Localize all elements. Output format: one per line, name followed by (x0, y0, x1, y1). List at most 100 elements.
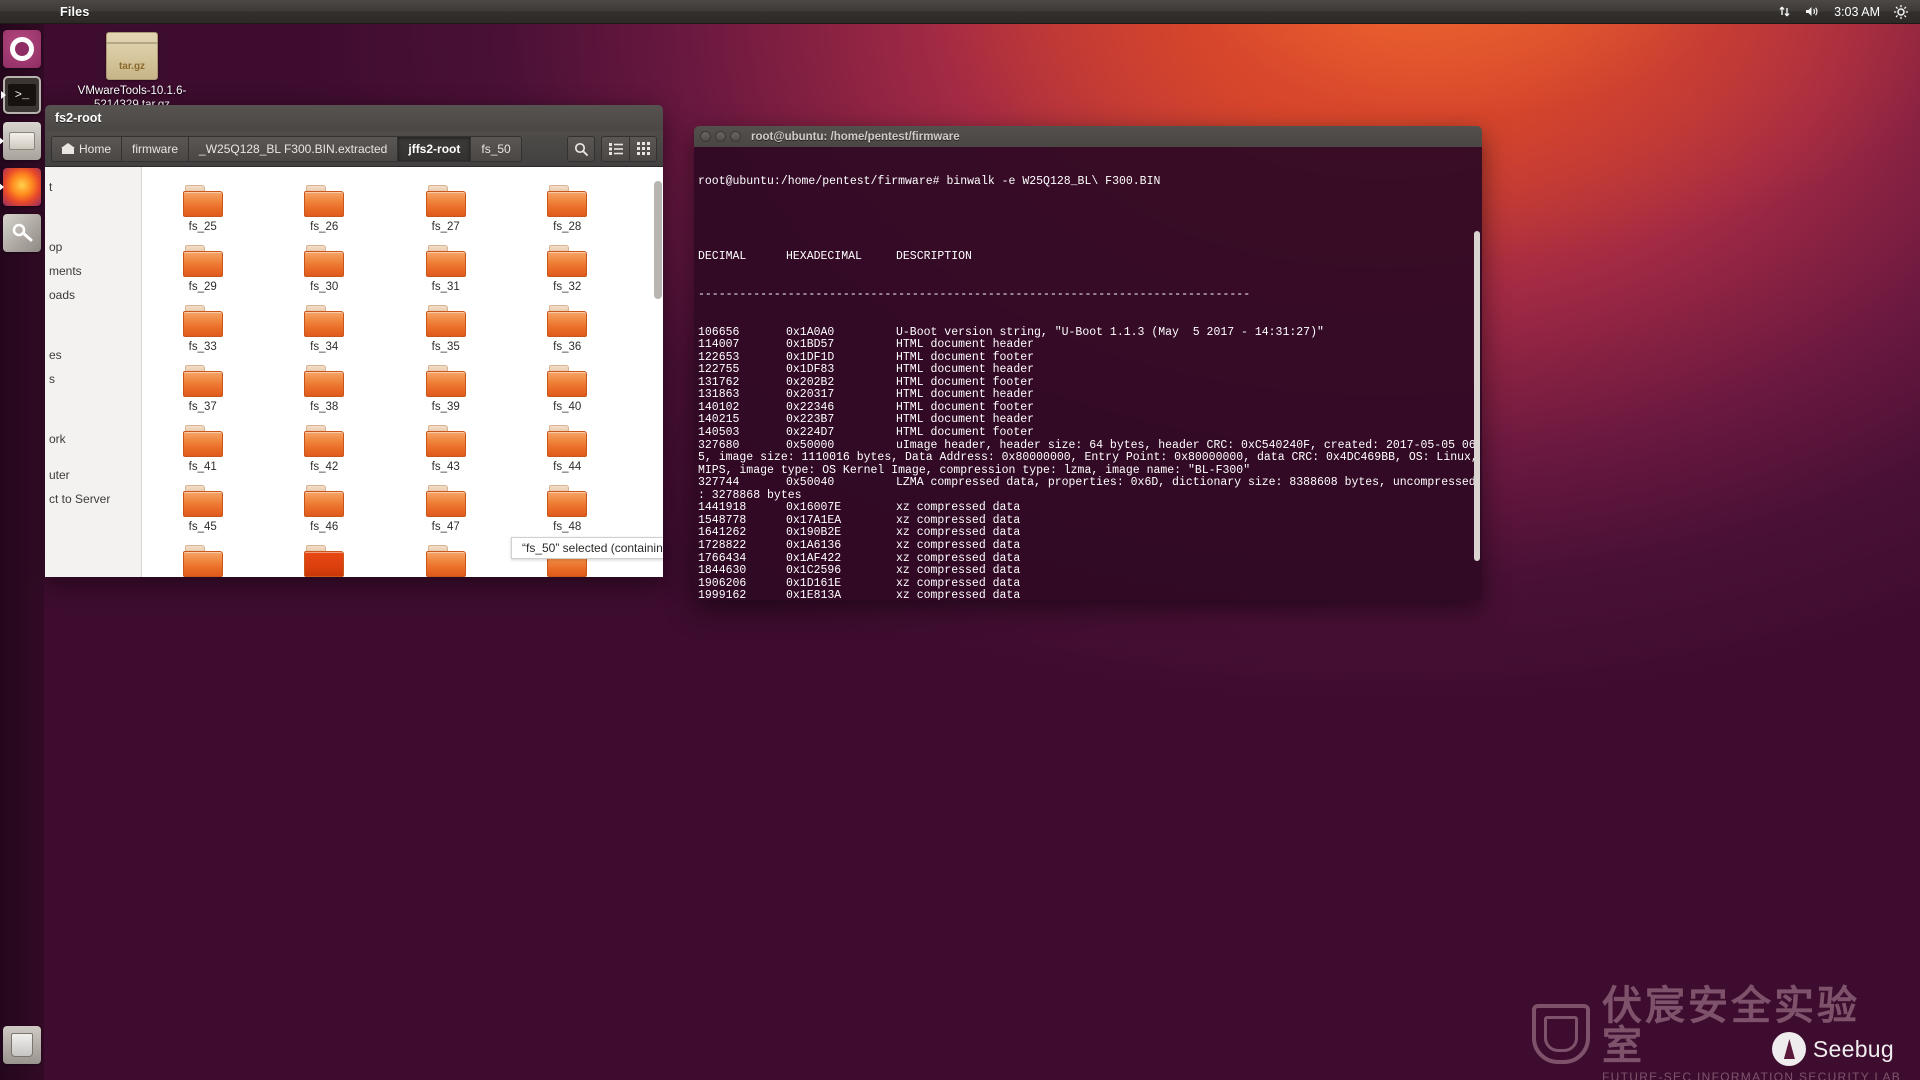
scrollbar-thumb[interactable] (654, 181, 662, 299)
terminal-row-description: xz compressed data (896, 551, 1021, 565)
file-item-fs_51[interactable]: fs_51 (385, 541, 507, 577)
file-item-fs_34[interactable]: fs_34 (264, 301, 386, 361)
terminal-row-description: xz compressed data (896, 513, 1021, 527)
sidebar-item-pictures[interactable]: es (45, 343, 141, 367)
folder-icon (304, 305, 345, 337)
terminal-scrollbar[interactable] (1474, 231, 1480, 561)
sidebar-divider (45, 199, 141, 211)
folder-icon (547, 305, 588, 337)
launcher-item-files[interactable] (3, 122, 41, 160)
file-item-fs_28[interactable]: fs_28 (507, 181, 629, 241)
sidebar-item-home[interactable] (45, 211, 141, 235)
launcher-item-trash[interactable] (3, 1026, 41, 1064)
terminal-row-description: xz compressed data (896, 589, 1021, 600)
file-item-label: fs_25 (188, 221, 217, 233)
file-item-fs_46[interactable]: fs_46 (264, 481, 386, 541)
list-view-icon[interactable] (601, 135, 629, 162)
terminal-row-description: xz compressed data (896, 564, 1021, 578)
terminal-row-decimal: 1844630 (698, 564, 747, 578)
file-grid-scrollbar[interactable] (654, 181, 662, 553)
file-item-fs_31[interactable]: fs_31 (385, 241, 507, 301)
file-item-fs_50[interactable]: fs_50 (264, 541, 386, 577)
sidebar-item-documents[interactable]: ments (45, 259, 141, 283)
file-manager-titlebar[interactable]: fs2-root (45, 105, 663, 131)
file-item-fs_40[interactable]: fs_40 (507, 361, 629, 421)
terminal-output[interactable]: root@ubuntu:/home/pentest/firmware# binw… (694, 147, 1482, 600)
terminal-row-description: HTML document footer (896, 350, 1035, 364)
file-item-fs_29[interactable]: fs_29 (142, 241, 264, 301)
volume-icon[interactable] (1805, 5, 1820, 18)
file-item-fs_33[interactable]: fs_33 (142, 301, 264, 361)
grid-view-icon[interactable] (629, 135, 657, 162)
sidebar-item-computer[interactable]: uter (45, 463, 141, 487)
file-item-fs_49[interactable]: fs_49 (142, 541, 264, 577)
file-item-fs_45[interactable]: fs_45 (142, 481, 264, 541)
panel-clock[interactable]: 3:03 AM (1834, 5, 1880, 19)
sidebar-item-music[interactable] (45, 319, 141, 343)
file-item-label: fs_47 (431, 521, 460, 533)
file-item-fs_25[interactable]: fs_25 (142, 181, 264, 241)
file-item-fs_37[interactable]: fs_37 (142, 361, 264, 421)
terminal-row-description: HTML document footer (896, 426, 1035, 440)
file-manager-title: fs2-root (55, 111, 102, 125)
file-item-fs_42[interactable]: fs_42 (264, 421, 386, 481)
sidebar-item-connect-to-server[interactable]: ct to Server (45, 487, 141, 511)
file-item-fs_39[interactable]: fs_39 (385, 361, 507, 421)
folder-icon (304, 545, 345, 577)
terminal-titlebar[interactable]: root@ubuntu: /home/pentest/firmware (694, 126, 1482, 147)
breadcrumb-item-jffs2-root[interactable]: jffs2-root (397, 135, 471, 162)
breadcrumb-item-home[interactable]: Home (51, 135, 122, 162)
folder-icon (425, 425, 466, 457)
sidebar-item-label: ork (49, 432, 66, 446)
desktop-icon-vmwaretools[interactable]: tar.gz VMwareTools-10.1.6- 5214329.tar.g… (72, 24, 192, 112)
file-item-fs_48[interactable]: fs_48 (507, 481, 629, 541)
file-item-fs_32[interactable]: fs_32 (507, 241, 629, 301)
sidebar-item-label: ct to Server (49, 492, 111, 506)
file-item-fs_43[interactable]: fs_43 (385, 421, 507, 481)
folder-icon (425, 545, 466, 577)
file-grid[interactable]: fs_25 fs_26 fs_27 fs_28 fs_29 fs_30 fs_31 fs_32… (142, 167, 663, 577)
gear-icon[interactable] (1894, 4, 1908, 19)
file-manager-window: fs2-root Home firmware _W25Q128_BL F300.BI… (45, 105, 663, 577)
file-item-label: fs_31 (431, 281, 460, 293)
maximize-icon[interactable] (730, 131, 741, 142)
file-item-fs_36[interactable]: fs_36 (507, 301, 629, 361)
panel-app-name[interactable]: Files (60, 5, 90, 19)
breadcrumb-item-w25q128-bl-f300-bin-extracted[interactable]: _W25Q128_BL F300.BIN.extracted (188, 135, 398, 162)
file-item-fs_26[interactable]: fs_26 (264, 181, 386, 241)
sidebar-item-network[interactable]: ork (45, 427, 141, 451)
close-icon[interactable] (700, 131, 711, 142)
sidebar-item-label: uter (49, 468, 70, 482)
breadcrumb-item-firmware[interactable]: firmware (121, 135, 189, 162)
sidebar-item-videos[interactable]: s (45, 367, 141, 391)
terminal-row: 1441918 0x16007E xz compressed data (698, 502, 1476, 515)
sidebar-item-label: ments (49, 264, 82, 278)
file-item-fs_47[interactable]: fs_47 (385, 481, 507, 541)
terminal-row-description: HTML document header (896, 413, 1035, 427)
sidebar-item-recent[interactable]: t (45, 175, 141, 199)
breadcrumb-label: _W25Q128_BL F300.BIN.extracted (199, 141, 388, 156)
breadcrumb-item-fs-50[interactable]: fs_50 (470, 135, 522, 162)
file-item-fs_44[interactable]: fs_44 (507, 421, 629, 481)
file-item-fs_38[interactable]: fs_38 (264, 361, 386, 421)
file-item-fs_35[interactable]: fs_35 (385, 301, 507, 361)
launcher-item-ubuntu-dash[interactable] (3, 30, 41, 68)
file-item-fs_30[interactable]: fs_30 (264, 241, 386, 301)
sidebar-item-downloads[interactable]: oads (45, 283, 141, 307)
terminal-row-decimal: 1441918 (698, 501, 747, 515)
launcher-item-terminal[interactable]: >_ (3, 76, 41, 114)
file-item-fs_27[interactable]: fs_27 (385, 181, 507, 241)
network-icon[interactable] (1778, 5, 1791, 18)
launcher-item-firefox[interactable] (3, 168, 41, 206)
sidebar-item-trash[interactable] (45, 403, 141, 427)
file-item-fs_41[interactable]: fs_41 (142, 421, 264, 481)
toolbar-right-buttons (567, 135, 657, 162)
file-item-label: fs_26 (310, 221, 339, 233)
folder-icon (182, 365, 223, 397)
launcher-item-system-tools[interactable] (3, 214, 41, 252)
folder-icon (425, 305, 466, 337)
sidebar-item-desktop[interactable]: op (45, 235, 141, 259)
file-item-label: fs_33 (188, 341, 217, 353)
minimize-icon[interactable] (715, 131, 726, 142)
search-icon[interactable] (567, 135, 595, 162)
